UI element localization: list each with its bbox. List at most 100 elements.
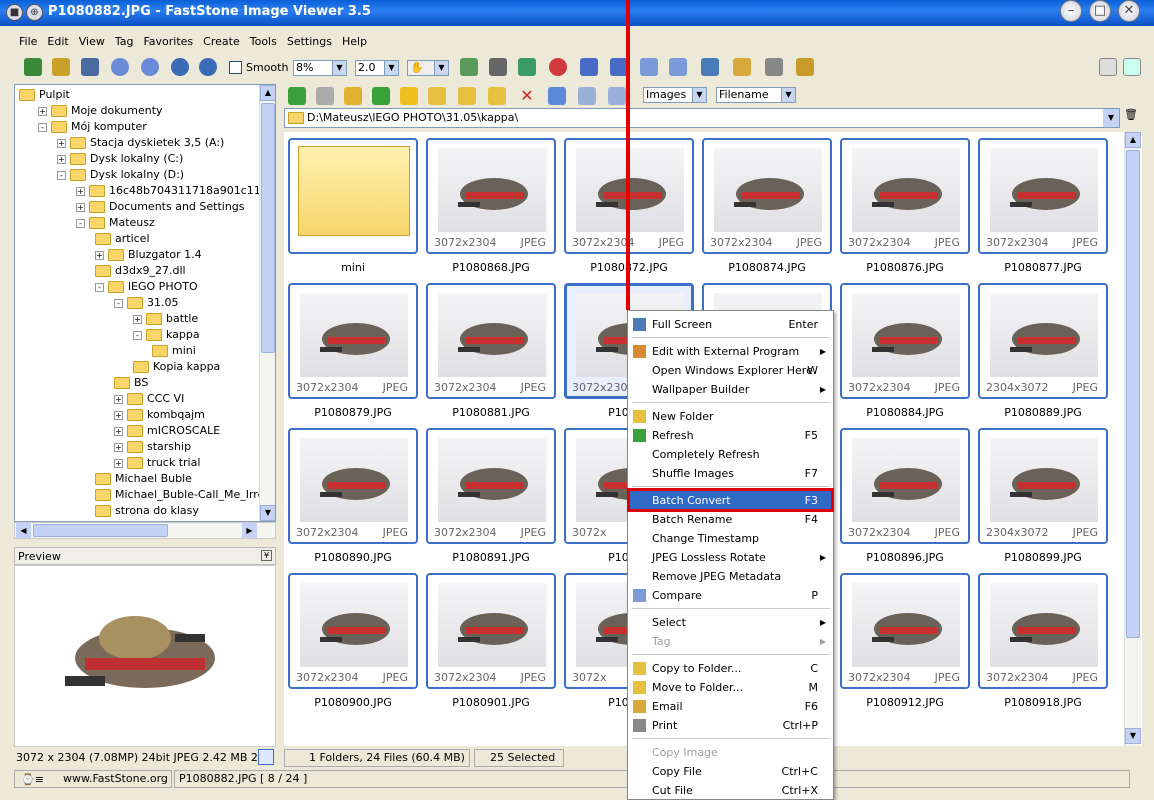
- tree-item[interactable]: +16c48b704311718a901c1182c442: [76, 183, 275, 199]
- tree-item[interactable]: + Dysk lokalny (C:): [57, 151, 183, 167]
- tree-item[interactable]: + mICROSCALE: [114, 423, 220, 439]
- tree-item[interactable]: - 31.05: [114, 295, 179, 311]
- context-menu-item-copy-to-folder[interactable]: Copy to Folder... C: [629, 659, 832, 678]
- thumbnail[interactable]: 3072x2304 JPEG: [840, 283, 970, 399]
- expand-icon[interactable]: +: [114, 394, 123, 404]
- thumbnail[interactable]: 2304x3072 JPEG: [978, 283, 1108, 399]
- email-icon[interactable]: [733, 58, 751, 76]
- tree-item[interactable]: d3dx9_27.dll: [95, 263, 186, 279]
- scroll-thumb[interactable]: [33, 524, 168, 537]
- gamma-select[interactable]: 2.0 ▼: [355, 60, 399, 76]
- filter-select[interactable]: Images ▼: [643, 87, 707, 103]
- favorites-icon[interactable]: [400, 87, 418, 105]
- expand-icon[interactable]: +: [95, 250, 104, 260]
- list-view-icon[interactable]: [608, 87, 626, 105]
- print-icon[interactable]: [765, 58, 783, 76]
- tree-item[interactable]: Michael_Buble-Call_Me_Irresp: [95, 487, 275, 503]
- tree-item[interactable]: Kopia kappa: [133, 359, 220, 375]
- path-field[interactable]: D:\Mateusz\lEGO PHOTO\31.05\kappa\ ▼: [284, 108, 1120, 128]
- collapse-icon[interactable]: -: [76, 218, 85, 228]
- expand-icon[interactable]: +: [57, 154, 66, 164]
- context-menu-item-new-folder[interactable]: New Folder: [629, 407, 832, 426]
- expand-icon[interactable]: +: [76, 202, 85, 212]
- tree-item[interactable]: + kombqajm: [114, 407, 205, 423]
- smooth-checkbox[interactable]: [229, 61, 242, 74]
- menu-create[interactable]: Create: [198, 32, 245, 51]
- expand-icon[interactable]: +: [114, 426, 123, 436]
- import-icon[interactable]: [24, 58, 42, 76]
- next-icon[interactable]: [141, 58, 159, 76]
- select-all-icon[interactable]: [548, 87, 566, 105]
- tree-item[interactable]: BS: [114, 375, 148, 391]
- move-folder-icon[interactable]: [488, 87, 506, 105]
- open-folder-icon[interactable]: [52, 58, 70, 76]
- tree-item[interactable]: strona do klasy: [95, 503, 199, 519]
- menu-tools[interactable]: Tools: [245, 32, 282, 51]
- thumbnail[interactable]: 3072x2304 JPEG: [978, 573, 1108, 689]
- context-menu-item-cut-file[interactable]: Cut File Ctrl+X: [629, 781, 832, 800]
- collapse-icon[interactable]: ¥: [261, 550, 272, 561]
- context-menu-item-compare[interactable]: Compare P: [629, 586, 832, 605]
- tree-item[interactable]: + Documents and Settings: [76, 199, 245, 215]
- tree-vertical-scrollbar[interactable]: ▲ ▼: [259, 85, 275, 521]
- tree-item[interactable]: + Moje dokumenty: [38, 103, 163, 119]
- collapse-icon[interactable]: -: [38, 122, 47, 132]
- expand-icon[interactable]: +: [114, 442, 123, 452]
- filmstrip-icon[interactable]: [669, 58, 687, 76]
- context-menu-item-wallpaper-builder[interactable]: Wallpaper Builder ▶: [629, 380, 832, 399]
- close-button[interactable]: ✕: [1118, 0, 1140, 22]
- collapse-icon[interactable]: -: [114, 298, 123, 308]
- fit-window-icon[interactable]: [1123, 58, 1141, 76]
- context-menu-item-email[interactable]: Email F6: [629, 697, 832, 716]
- thumbnail[interactable]: 3072x2304 JPEG: [978, 138, 1108, 254]
- collapse-icon[interactable]: -: [133, 330, 142, 340]
- fit-icon[interactable]: [258, 749, 274, 765]
- delete-icon[interactable]: ✕: [518, 87, 536, 105]
- zoom-out-icon[interactable]: [199, 58, 217, 76]
- menu-tag[interactable]: Tag: [110, 32, 139, 51]
- up-folder-icon[interactable]: [344, 87, 362, 105]
- chevron-down-icon[interactable]: ▼: [1125, 728, 1141, 744]
- tree-item[interactable]: - lEGO PHOTO: [95, 279, 198, 295]
- zoom-select[interactable]: 8% ▼: [293, 60, 347, 76]
- context-menu-item-jpeg-lossless-rotate[interactable]: JPEG Lossless Rotate ▶: [629, 548, 832, 567]
- red-eye-icon[interactable]: [549, 58, 567, 76]
- chevron-down-icon[interactable]: ▼: [260, 505, 275, 521]
- collapse-icon[interactable]: -: [57, 170, 66, 180]
- expand-icon[interactable]: +: [133, 314, 142, 324]
- previous-icon[interactable]: [111, 58, 129, 76]
- maximize-button[interactable]: □: [1089, 0, 1111, 22]
- context-menu-item-copy-file[interactable]: Copy File Ctrl+C: [629, 762, 832, 781]
- thumbnail[interactable]: 3072x2304 JPEG: [840, 428, 970, 544]
- tree-item[interactable]: - Mateusz: [76, 215, 155, 231]
- thumbnail[interactable]: [288, 138, 418, 254]
- slideshow-icon[interactable]: [701, 58, 719, 76]
- menu-edit[interactable]: Edit: [42, 32, 73, 51]
- context-menu-item-full-screen[interactable]: Full Screen Enter: [629, 315, 832, 334]
- tree-item[interactable]: Pulpit: [19, 87, 70, 103]
- expand-icon[interactable]: +: [114, 410, 123, 420]
- website-panel[interactable]: ⌚≡ www.FastStone.org: [14, 770, 172, 788]
- expand-icon[interactable]: +: [76, 186, 85, 196]
- context-menu-item-select[interactable]: Select ▶: [629, 613, 832, 632]
- thumbnail-view-icon[interactable]: [578, 87, 596, 105]
- tree-item[interactable]: mini: [152, 343, 196, 359]
- context-menu-item-completely-refresh[interactable]: Completely Refresh: [629, 445, 832, 464]
- sort-select[interactable]: Filename ▼: [716, 87, 796, 103]
- back-icon[interactable]: [288, 87, 306, 105]
- expand-icon[interactable]: +: [57, 138, 66, 148]
- tree-item[interactable]: + battle: [133, 311, 198, 327]
- expand-icon[interactable]: +: [114, 458, 123, 468]
- context-menu-item-batch-rename[interactable]: Batch Rename F4: [629, 510, 832, 529]
- settings-icon[interactable]: [796, 58, 814, 76]
- tree-item[interactable]: Michael Buble: [95, 471, 192, 487]
- thumbnail[interactable]: 3072x2304 JPEG: [288, 283, 418, 399]
- menu-view[interactable]: View: [74, 32, 110, 51]
- tree-item[interactable]: - kappa: [133, 327, 200, 343]
- minimize-button[interactable]: –: [1060, 0, 1082, 22]
- thumbnail[interactable]: 3072x2304 JPEG: [840, 138, 970, 254]
- collapse-icon[interactable]: -: [95, 282, 104, 292]
- chevron-up-icon[interactable]: ▲: [260, 85, 275, 101]
- context-menu-item-shuffle-images[interactable]: Shuffle Images F7: [629, 464, 832, 483]
- chevron-right-icon[interactable]: ▶: [242, 523, 257, 538]
